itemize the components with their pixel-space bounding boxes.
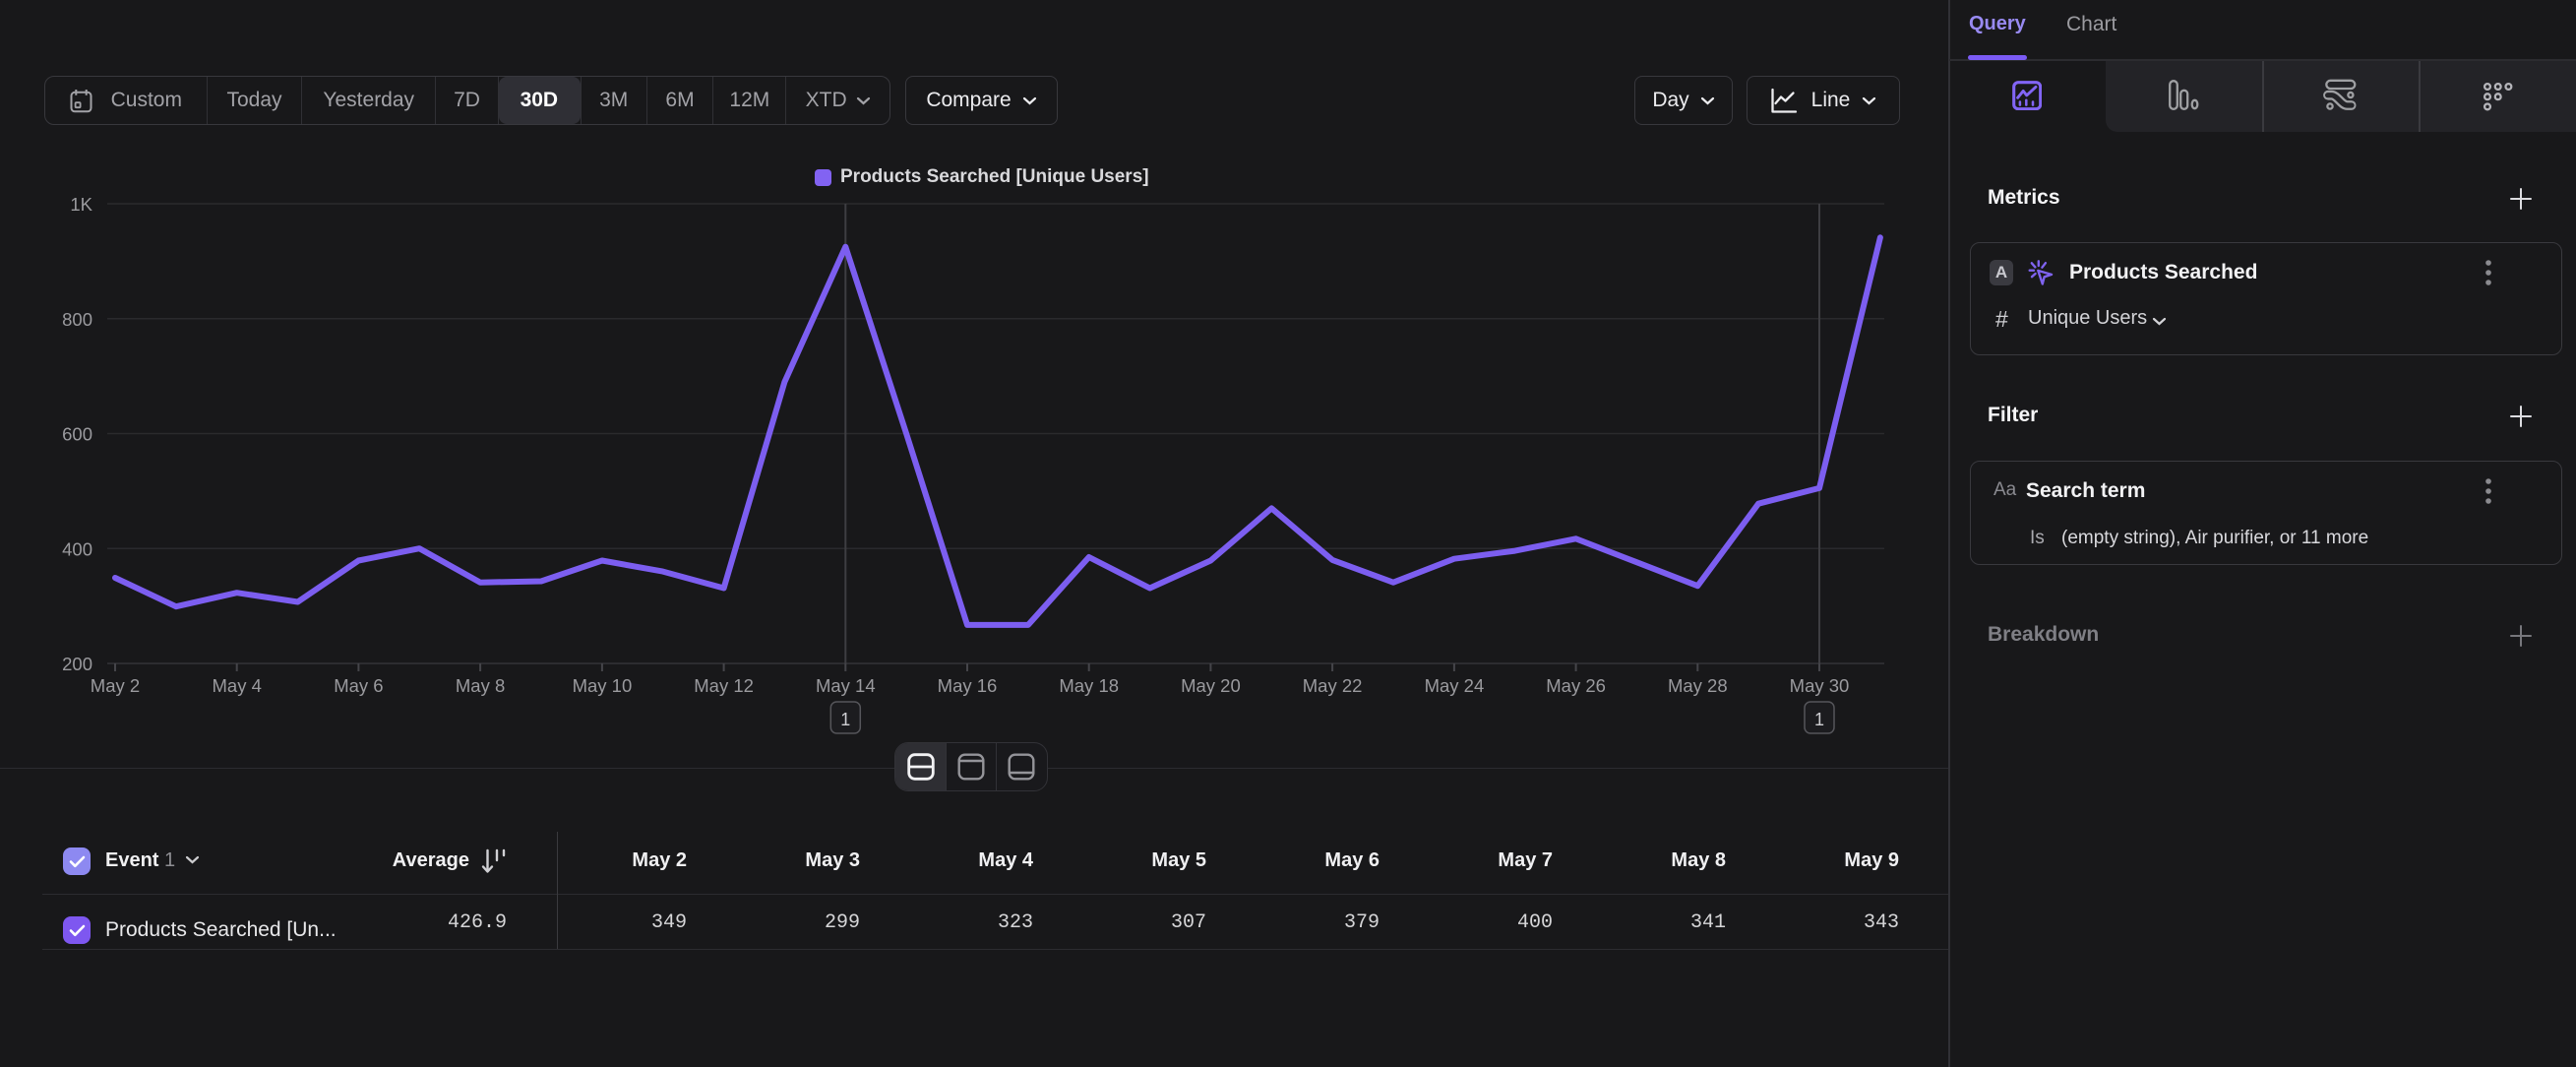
- svg-text:May 26: May 26: [1546, 675, 1606, 696]
- svg-text:May 30: May 30: [1790, 675, 1850, 696]
- svg-text:May 22: May 22: [1303, 675, 1363, 696]
- svg-text:1: 1: [840, 710, 850, 729]
- svg-text:1: 1: [1814, 710, 1824, 729]
- svg-text:May 28: May 28: [1668, 675, 1728, 696]
- svg-text:200: 200: [62, 654, 92, 674]
- svg-text:May 12: May 12: [694, 675, 754, 696]
- svg-text:May 4: May 4: [213, 675, 262, 696]
- svg-text:400: 400: [62, 538, 92, 559]
- svg-text:May 6: May 6: [334, 675, 383, 696]
- svg-text:May 10: May 10: [573, 675, 633, 696]
- svg-text:May 16: May 16: [938, 675, 998, 696]
- svg-text:May 2: May 2: [91, 675, 140, 696]
- svg-text:600: 600: [62, 424, 92, 445]
- svg-text:May 24: May 24: [1425, 675, 1485, 696]
- svg-text:800: 800: [62, 309, 92, 330]
- svg-text:May 14: May 14: [816, 675, 876, 696]
- svg-text:May 20: May 20: [1181, 675, 1241, 696]
- svg-text:May 18: May 18: [1059, 675, 1119, 696]
- svg-text:May 8: May 8: [456, 675, 505, 696]
- svg-text:1K: 1K: [70, 194, 92, 215]
